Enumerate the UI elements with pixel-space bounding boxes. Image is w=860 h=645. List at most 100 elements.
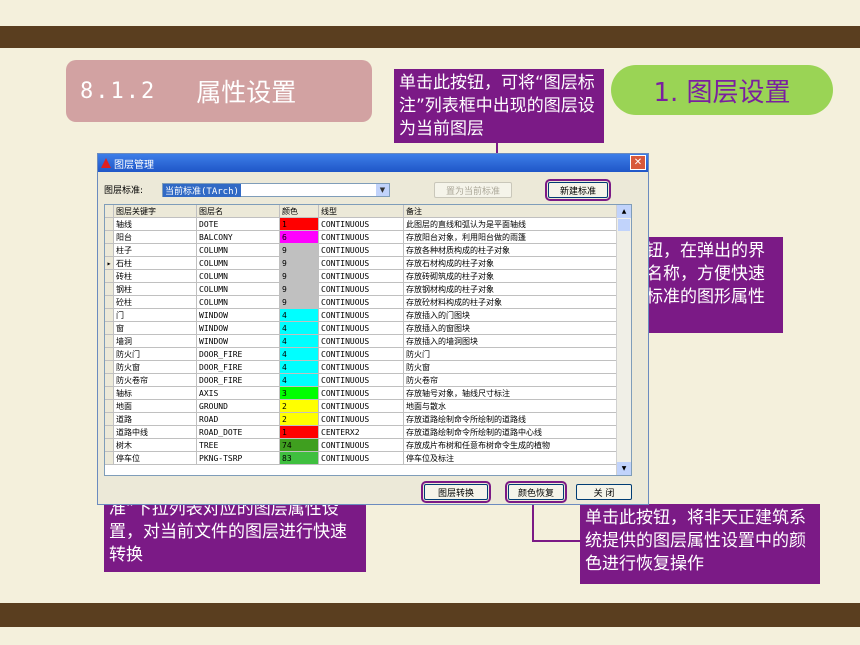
row-indicator (105, 282, 114, 296)
table-row[interactable]: 门 WINDOW 4 CONTINUOUS 存放插入的门图块 (105, 308, 623, 322)
col-linetype[interactable]: 线型 (318, 205, 404, 218)
cell-note: 停车位及标注 (403, 451, 623, 465)
cell-note: 存放钢材构成的柱子对象 (403, 282, 623, 296)
cell-linetype: CONTINUOUS (318, 295, 404, 309)
heading-pill: 1. 图层设置 (611, 65, 833, 115)
table-row[interactable]: 墙洞 WINDOW 4 CONTINUOUS 存放插入的墙洞图块 (105, 334, 623, 348)
cell-color: 9 (279, 256, 319, 270)
cell-name: COLUMN (196, 256, 280, 270)
cell-name: TREE (196, 438, 280, 452)
cell-color: 4 (279, 360, 319, 374)
color-restore-button[interactable]: 颜色恢复 (505, 481, 567, 503)
cell-note: 存放成片布树和任意布树命令生成的植物 (403, 438, 623, 452)
cell-color: 2 (279, 399, 319, 413)
row-indicator (105, 412, 114, 426)
section-title: 8.1.2 属性设置 (66, 60, 372, 122)
cell-color: 9 (279, 282, 319, 296)
cell-note: 存放插入的窗图块 (403, 321, 623, 335)
scroll-down-icon[interactable]: ▼ (617, 462, 631, 475)
row-indicator (105, 425, 114, 439)
callout-set-current: 单击此按钮，可将“图层标注”列表框中出现的图层设为当前图层 (394, 69, 604, 143)
cell-color: 4 (279, 347, 319, 361)
cell-linetype: CONTINUOUS (318, 438, 404, 452)
cell-note: 防火卷帘 (403, 373, 623, 387)
cell-name: DOOR_FIRE (196, 347, 280, 361)
col-note[interactable]: 备注 (403, 205, 623, 218)
close-icon[interactable]: ✕ (630, 155, 646, 170)
col-name[interactable]: 图层名 (196, 205, 280, 218)
cell-linetype: CONTINUOUS (318, 412, 404, 426)
table-row[interactable]: 树木 TREE 74 CONTINUOUS 存放成片布树和任意布树命令生成的植物 (105, 438, 623, 452)
row-indicator (105, 308, 114, 322)
cell-note: 存放插入的墙洞图块 (403, 334, 623, 348)
table-row[interactable]: 轴标 AXIS 3 CONTINUOUS 存放轴号对象，轴线尺寸标注 (105, 386, 623, 400)
cell-key: 轴线 (113, 217, 197, 231)
cell-color: 9 (279, 243, 319, 257)
table-row[interactable]: 砖柱 COLUMN 9 CONTINUOUS 存放砖砌筑成的柱子对象 (105, 269, 623, 283)
cell-name: DOTE (196, 217, 280, 231)
cell-name: COLUMN (196, 295, 280, 309)
leader-line (532, 540, 580, 542)
table-row[interactable]: 防火卷帘 DOOR_FIRE 4 CONTINUOUS 防火卷帘 (105, 373, 623, 387)
cell-key: 停车位 (113, 451, 197, 465)
cell-name: DOOR_FIRE (196, 360, 280, 374)
cell-name: COLUMN (196, 243, 280, 257)
cell-key: 石柱 (113, 256, 197, 270)
row-indicator (105, 334, 114, 348)
row-indicator (105, 373, 114, 387)
cell-name: WINDOW (196, 321, 280, 335)
cell-color: 4 (279, 308, 319, 322)
cell-color: 4 (279, 373, 319, 387)
cell-linetype: CONTINUOUS (318, 373, 404, 387)
row-indicator (105, 230, 114, 244)
cell-linetype: CONTINUOUS (318, 282, 404, 296)
cell-key: 防火窗 (113, 360, 197, 374)
cell-color: 1 (279, 425, 319, 439)
table-row[interactable]: 地面 GROUND 2 CONTINUOUS 地面与散水 (105, 399, 623, 413)
standard-label: 图层标准: (104, 186, 144, 196)
table-row[interactable]: 防火门 DOOR_FIRE 4 CONTINUOUS 防火门 (105, 347, 623, 361)
cell-note: 存放砼材料构成的柱子对象 (403, 295, 623, 309)
cell-key: 防火门 (113, 347, 197, 361)
table-row[interactable]: 阳台 BALCONY 6 CONTINUOUS 存放阳台对象，利用阳台做的雨篷 (105, 230, 623, 244)
row-indicator (105, 243, 114, 257)
section-number: 8.1.2 (80, 78, 157, 104)
col-key[interactable]: 图层关键字 (113, 205, 197, 218)
cell-name: GROUND (196, 399, 280, 413)
table-row[interactable]: 砼柱 COLUMN 9 CONTINUOUS 存放砼材料构成的柱子对象 (105, 295, 623, 309)
row-indicator (105, 399, 114, 413)
table-row[interactable]: ▸ 石柱 COLUMN 9 CONTINUOUS 存放石材构成的柱子对象 (105, 256, 623, 270)
layer-table: 图层关键字 图层名 颜色 线型 备注 轴线 DOTE 1 CONTINUOUS 此图层的… (104, 204, 632, 476)
table-body: 轴线 DOTE 1 CONTINUOUS 此图层的直线和弧认为是平面轴线 阳台 BALCON… (105, 217, 623, 465)
standard-value: 当前标准(TArch) (163, 184, 241, 197)
cell-name: COLUMN (196, 282, 280, 296)
dialog-titlebar[interactable]: 图层管理 ✕ (98, 154, 648, 172)
scroll-thumb[interactable] (618, 219, 630, 231)
chevron-down-icon[interactable]: ▼ (376, 184, 389, 196)
cell-note: 存放轴号对象，轴线尺寸标注 (403, 386, 623, 400)
cell-linetype: CONTINUOUS (318, 230, 404, 244)
close-button[interactable]: 关 闭 (576, 484, 632, 500)
standard-select[interactable]: 当前标准(TArch) ▼ (162, 183, 390, 197)
col-color[interactable]: 颜色 (279, 205, 319, 218)
callout-restore-color: 单击此按钮，将非天正建筑系统提供的图层属性设置中的颜色进行恢复操作 (580, 504, 820, 584)
table-row[interactable]: 窗 WINDOW 4 CONTINUOUS 存放插入的窗图块 (105, 321, 623, 335)
table-row[interactable]: 钢柱 COLUMN 9 CONTINUOUS 存放钢材构成的柱子对象 (105, 282, 623, 296)
cell-note: 存放阳台对象，利用阳台做的雨篷 (403, 230, 623, 244)
scroll-up-icon[interactable]: ▲ (617, 205, 631, 218)
table-row[interactable]: 柱子 COLUMN 9 CONTINUOUS 存放各种材质构成的柱子对象 (105, 243, 623, 257)
table-row[interactable]: 道路 ROAD 2 CONTINUOUS 存放道路绘制命令所绘制的道路线 (105, 412, 623, 426)
cell-key: 门 (113, 308, 197, 322)
table-row[interactable]: 轴线 DOTE 1 CONTINUOUS 此图层的直线和弧认为是平面轴线 (105, 217, 623, 231)
table-row[interactable]: 道路中线 ROAD_DOTE 1 CENTERX2 存放道路绘制命令所绘制的道路中心线 (105, 425, 623, 439)
table-row[interactable]: 防火窗 DOOR_FIRE 4 CONTINUOUS 防火窗 (105, 360, 623, 374)
set-current-standard-button[interactable]: 置为当前标准 (434, 182, 512, 198)
layer-manager-dialog: 图层管理 ✕ 图层标准: 当前标准(TArch) ▼ 置为当前标准 新建标准 图… (97, 153, 649, 505)
cell-key: 钢柱 (113, 282, 197, 296)
new-standard-button[interactable]: 新建标准 (545, 179, 611, 201)
cell-linetype: CONTINUOUS (318, 243, 404, 257)
layer-convert-button[interactable]: 图层转换 (421, 481, 491, 503)
cell-linetype: CONTINUOUS (318, 308, 404, 322)
table-row[interactable]: 停车位 PKNG-TSRP 83 CONTINUOUS 停车位及标注 (105, 451, 623, 465)
vertical-scrollbar[interactable]: ▲ ▼ (616, 205, 631, 475)
